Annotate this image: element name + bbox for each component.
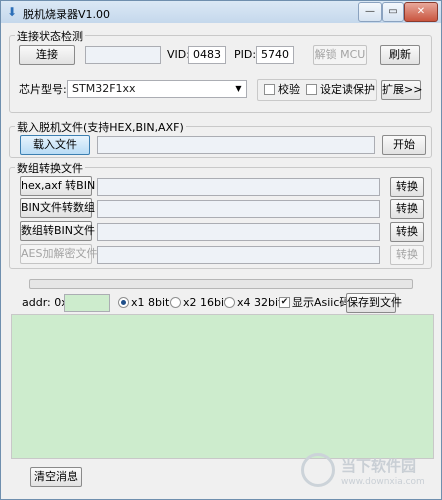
mode-8bit-label: x1 8bit bbox=[131, 296, 170, 309]
watermark-logo-icon bbox=[301, 453, 335, 487]
mode-8bit-radio[interactable] bbox=[118, 297, 129, 308]
connection-group-label: 连接状态检测 bbox=[15, 28, 85, 44]
chip-model-value: STM32F1xx bbox=[72, 82, 136, 95]
main-window: ⬇ 脱机烧录器V1.00 — ▭ ✕ 连接状态检测 连接 VID: 0483 P… bbox=[0, 0, 442, 500]
refresh-button[interactable]: 刷新 bbox=[380, 45, 420, 65]
minimize-button[interactable]: — bbox=[358, 2, 382, 22]
addr-field[interactable] bbox=[64, 294, 110, 312]
load-file-group-label: 载入脱机文件(支持HEX,BIN,AXF) bbox=[15, 119, 186, 135]
hex-to-bin-button[interactable]: hex,axf 转BIN bbox=[20, 176, 95, 196]
bin-to-array-convert-button[interactable]: 转换 bbox=[390, 199, 424, 219]
array-to-bin-convert-button[interactable]: 转换 bbox=[390, 222, 424, 242]
pid-label: PID: bbox=[234, 48, 257, 61]
convert-group-label: 数组转换文件 bbox=[15, 160, 85, 176]
start-button[interactable]: 开始 bbox=[382, 135, 426, 155]
pid-field[interactable]: 5740 bbox=[256, 46, 294, 64]
verify-label: 校验 bbox=[278, 83, 300, 96]
bin-to-array-path-field[interactable] bbox=[97, 200, 380, 218]
close-button[interactable]: ✕ bbox=[404, 2, 438, 22]
clear-messages-button[interactable]: 清空消息 bbox=[30, 467, 82, 487]
unlock-mcu-button[interactable]: 解锁 MCU bbox=[313, 45, 367, 65]
read-protect-label: 设定读保护 bbox=[320, 83, 375, 96]
watermark-url: www.downxia.com bbox=[341, 477, 425, 487]
chevron-down-icon: ▼ bbox=[235, 84, 242, 93]
array-to-bin-button[interactable]: 数组转BIN文件 bbox=[20, 221, 95, 241]
watermark: 当下软件园 www.downxia.com bbox=[301, 451, 431, 495]
mode-32bit-radio[interactable] bbox=[224, 297, 235, 308]
progress-bar bbox=[29, 279, 413, 289]
hex-to-bin-path-field[interactable] bbox=[97, 178, 380, 196]
bin-to-array-button[interactable]: BIN文件转数组 bbox=[20, 198, 95, 218]
mode-16bit-radio[interactable] bbox=[170, 297, 181, 308]
chip-model-select[interactable]: STM32F1xx ▼ bbox=[67, 80, 247, 98]
watermark-title: 当下软件园 bbox=[341, 457, 417, 475]
vid-field[interactable]: 0483 bbox=[188, 46, 226, 64]
window-title: 脱机烧录器V1.00 bbox=[23, 8, 111, 21]
connect-button[interactable]: 连接 bbox=[19, 45, 75, 65]
load-file-path-field[interactable] bbox=[97, 136, 375, 154]
check-icon: ✔ bbox=[280, 297, 289, 307]
download-arrow-icon: ⬇ bbox=[7, 5, 18, 19]
connection-status-field[interactable] bbox=[85, 46, 161, 64]
aes-encrypt-button[interactable]: AES加解密文件 bbox=[20, 244, 97, 264]
read-protect-checkbox[interactable] bbox=[306, 84, 317, 95]
load-file-button[interactable]: 载入文件 bbox=[20, 135, 90, 155]
restore-button[interactable]: ▭ bbox=[382, 2, 404, 22]
aes-convert-button[interactable]: 转换 bbox=[390, 245, 424, 265]
vid-label: VID: bbox=[167, 48, 190, 61]
title-bar: ⬇ 脱机烧录器V1.00 — ▭ ✕ bbox=[1, 1, 441, 23]
expand-button[interactable]: 扩展>> bbox=[381, 80, 422, 100]
chip-model-label: 芯片型号: bbox=[19, 83, 67, 96]
array-to-bin-path-field[interactable] bbox=[97, 223, 380, 241]
mode-16bit-label: x2 16bit bbox=[183, 296, 229, 309]
mode-32bit-label: x4 32bit bbox=[237, 296, 283, 309]
verify-checkbox[interactable] bbox=[264, 84, 275, 95]
show-ascii-label: 显示Asiic码 bbox=[292, 296, 351, 309]
hex-to-bin-convert-button[interactable]: 转换 bbox=[390, 177, 424, 197]
aes-path-field[interactable] bbox=[97, 246, 380, 264]
show-ascii-checkbox[interactable]: ✔ bbox=[279, 297, 290, 308]
addr-label: addr: 0x bbox=[22, 296, 68, 309]
save-to-file-button[interactable]: 保存到文件 bbox=[346, 293, 402, 313]
log-area[interactable] bbox=[11, 314, 434, 459]
